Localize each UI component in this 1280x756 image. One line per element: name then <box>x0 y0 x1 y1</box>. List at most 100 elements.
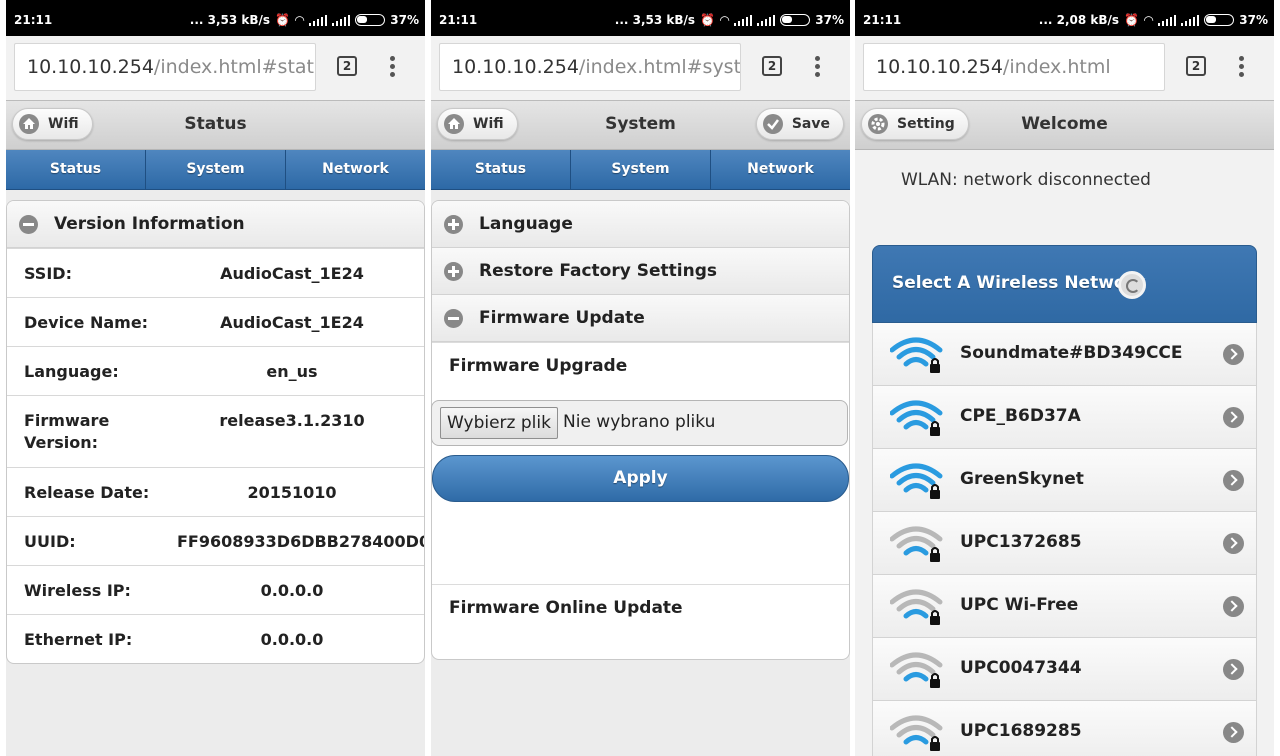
wifi-signal-icon <box>889 588 944 628</box>
battery-icon <box>1204 14 1235 26</box>
version-info-panel: Version Information SSID: AudioCast_1E24… <box>6 200 425 664</box>
page-header: Wifi System Save <box>431 100 850 150</box>
wifi-signal-icon <box>889 336 944 376</box>
chevron-right-icon <box>1223 533 1244 554</box>
page-title: Status <box>184 114 247 134</box>
nav-tabs: Status System Network <box>431 150 850 190</box>
signal-icon <box>1158 14 1177 26</box>
signal-icon <box>332 14 351 26</box>
battery-icon <box>780 14 811 26</box>
clock: 21:11 <box>439 13 478 27</box>
network-item[interactable]: UPC Wi-Free <box>872 575 1257 638</box>
info-row-uuid: UUID: FF9608933D6DBB278400D02 <box>7 516 424 565</box>
file-input[interactable]: Wybierz plik Nie wybrano pliku <box>431 400 848 446</box>
chevron-right-icon <box>1223 722 1244 743</box>
alarm-icon: ⏰ <box>275 13 291 27</box>
choose-file-button[interactable]: Wybierz plik <box>440 407 558 439</box>
network-item[interactable]: GreenSkynet <box>872 449 1257 512</box>
info-row-device-name: Device Name: AudioCast_1E24 <box>7 297 424 346</box>
address-bar[interactable]: 10.10.10.254/index.html#system <box>439 43 741 91</box>
browser-menu-icon[interactable] <box>390 56 396 78</box>
expand-icon <box>444 262 463 281</box>
address-bar[interactable]: 10.10.10.254/index.html#status <box>14 43 316 91</box>
panel-title: Version Information <box>54 214 245 234</box>
version-info-header[interactable]: Version Information <box>7 201 424 248</box>
network-name: GreenSkynet <box>960 469 1084 489</box>
signal-icon <box>757 14 776 26</box>
checkmark-icon <box>762 114 783 134</box>
battery-level: 37% <box>1239 13 1268 27</box>
row-label: UUID: <box>24 532 76 551</box>
firmware-online-label: Firmware Online Update <box>449 598 683 618</box>
url-host: 10.10.10.254 <box>452 56 579 78</box>
network-item[interactable]: UPC1689285 <box>872 701 1257 756</box>
section-language[interactable]: Language <box>432 201 849 248</box>
browser-toolbar: 10.10.10.254/index.html#system 2 <box>431 36 850 100</box>
firmware-upgrade-row: Firmware Upgrade <box>432 342 849 389</box>
collapse-icon <box>19 215 38 234</box>
apply-button[interactable]: Apply <box>432 455 849 502</box>
firmware-online-row[interactable]: Firmware Online Update <box>432 584 849 631</box>
network-name: UPC Wi-Free <box>960 595 1079 615</box>
section-restore-factory[interactable]: Restore Factory Settings <box>432 248 849 295</box>
status-icons: ... 3,53 kB/s ⏰ ◠ 37% <box>190 13 419 27</box>
network-speed: ... 3,53 kB/s <box>189 13 271 27</box>
browser-menu-icon[interactable] <box>815 56 821 78</box>
tab-switcher-button[interactable]: 2 <box>1186 56 1206 76</box>
system-screen: 21:11 ... 3,53 kB/s ⏰ ◠ 37% 10.10.10.254… <box>431 0 850 756</box>
tab-network[interactable]: Network <box>286 150 425 189</box>
section-firmware-update[interactable]: Firmware Update <box>432 295 849 342</box>
section-label: Language <box>479 214 573 234</box>
url-path: /index.html#system <box>578 56 741 78</box>
tab-network[interactable]: Network <box>711 150 850 189</box>
clock: 21:11 <box>14 13 53 27</box>
info-row-ethernet-ip: Ethernet IP: 0.0.0.0 <box>7 614 424 663</box>
signal-icon <box>734 14 753 26</box>
network-item[interactable]: CPE_B6D37A <box>872 386 1257 449</box>
row-label: Device Name: <box>24 313 149 332</box>
tab-switcher-button[interactable]: 2 <box>337 56 357 76</box>
address-bar[interactable]: 10.10.10.254/index.html <box>863 43 1165 91</box>
url-host: 10.10.10.254 <box>27 56 154 78</box>
wlan-status: WLAN: network disconnected <box>901 170 1151 190</box>
browser-toolbar: 10.10.10.254/index.html#status 2 <box>6 36 425 100</box>
firmware-upgrade-label: Firmware Upgrade <box>449 356 628 376</box>
row-value: FF9608933D6DBB278400D02 <box>177 532 425 551</box>
row-label: Language: <box>24 362 119 381</box>
network-item[interactable]: UPC0047344 <box>872 638 1257 701</box>
row-value: 20151010 <box>247 483 337 502</box>
url-host: 10.10.10.254 <box>876 56 1003 78</box>
welcome-screen: 21:11 ... 2,08 kB/s ⏰ ◠ 37% 10.10.10.254… <box>855 0 1274 756</box>
url-path: /index.html <box>1002 56 1111 78</box>
clock: 21:11 <box>863 13 902 27</box>
tab-system[interactable]: System <box>146 150 286 189</box>
section-label: Firmware Update <box>479 308 645 328</box>
row-value: AudioCast_1E24 <box>220 313 364 332</box>
tab-switcher-button[interactable]: 2 <box>762 56 782 76</box>
browser-menu-icon[interactable] <box>1239 56 1245 78</box>
info-row-ssid: SSID: AudioCast_1E24 <box>7 248 424 297</box>
battery-level: 37% <box>390 13 419 27</box>
screenshot-collage: 21:11 ... 3,53 kB/s ⏰ ◠ 37% 10.10.10.254… <box>0 0 1280 756</box>
refresh-icon[interactable] <box>1118 271 1146 299</box>
battery-icon <box>355 14 386 26</box>
chevron-right-icon <box>1223 659 1244 680</box>
tab-status[interactable]: Status <box>431 150 571 189</box>
info-row-language: Language: en_us <box>7 346 424 395</box>
expand-icon <box>444 215 463 234</box>
wifi-signal-icon <box>889 651 944 691</box>
wifi-signal-icon <box>889 714 944 754</box>
network-item[interactable]: Soundmate#BD349CCE <box>872 323 1257 386</box>
status-icons: ... 2,08 kB/s ⏰ ◠ 37% <box>1039 13 1268 27</box>
chevron-right-icon <box>1223 470 1244 491</box>
network-name: UPC1689285 <box>960 721 1082 741</box>
row-value: 0.0.0.0 <box>260 630 324 649</box>
wifi-status-icon: ◠ <box>720 13 730 27</box>
chevron-right-icon <box>1223 407 1244 428</box>
save-button[interactable]: Save <box>755 108 844 140</box>
tab-status[interactable]: Status <box>6 150 146 189</box>
status-icons: ... 3,53 kB/s ⏰ ◠ 37% <box>615 13 844 27</box>
network-item[interactable]: UPC1372685 <box>872 512 1257 575</box>
row-value: en_us <box>266 362 318 381</box>
tab-system[interactable]: System <box>571 150 711 189</box>
